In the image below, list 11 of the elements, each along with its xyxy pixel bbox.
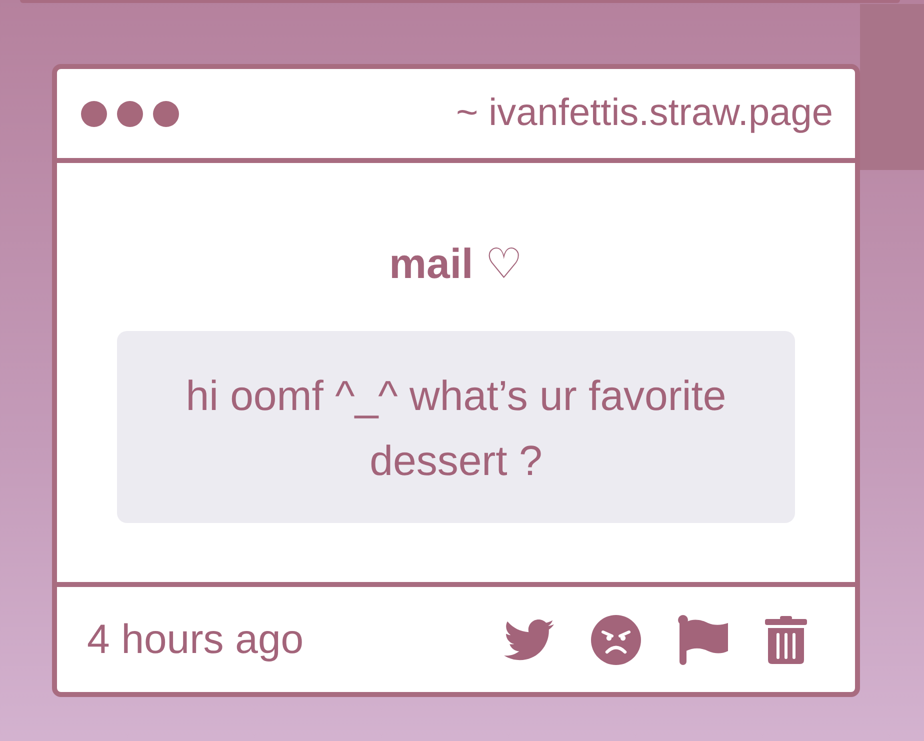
timestamp: 4 hours ago — [87, 616, 305, 663]
angry-face-icon[interactable] — [591, 614, 641, 664]
bird-icon[interactable] — [504, 618, 554, 660]
message-bubble: hi oomf ^_^ what’s ur favorite dessert ? — [117, 331, 795, 523]
window-dot-icon — [153, 100, 179, 126]
trash-icon[interactable] — [765, 616, 807, 664]
window-dot-icon — [117, 100, 143, 126]
window-dot-icon — [81, 100, 107, 126]
post-title: mail ♡ — [389, 239, 523, 289]
page-address: ~ ivanfettis.straw.page — [456, 92, 833, 135]
flag-icon[interactable] — [678, 614, 728, 664]
